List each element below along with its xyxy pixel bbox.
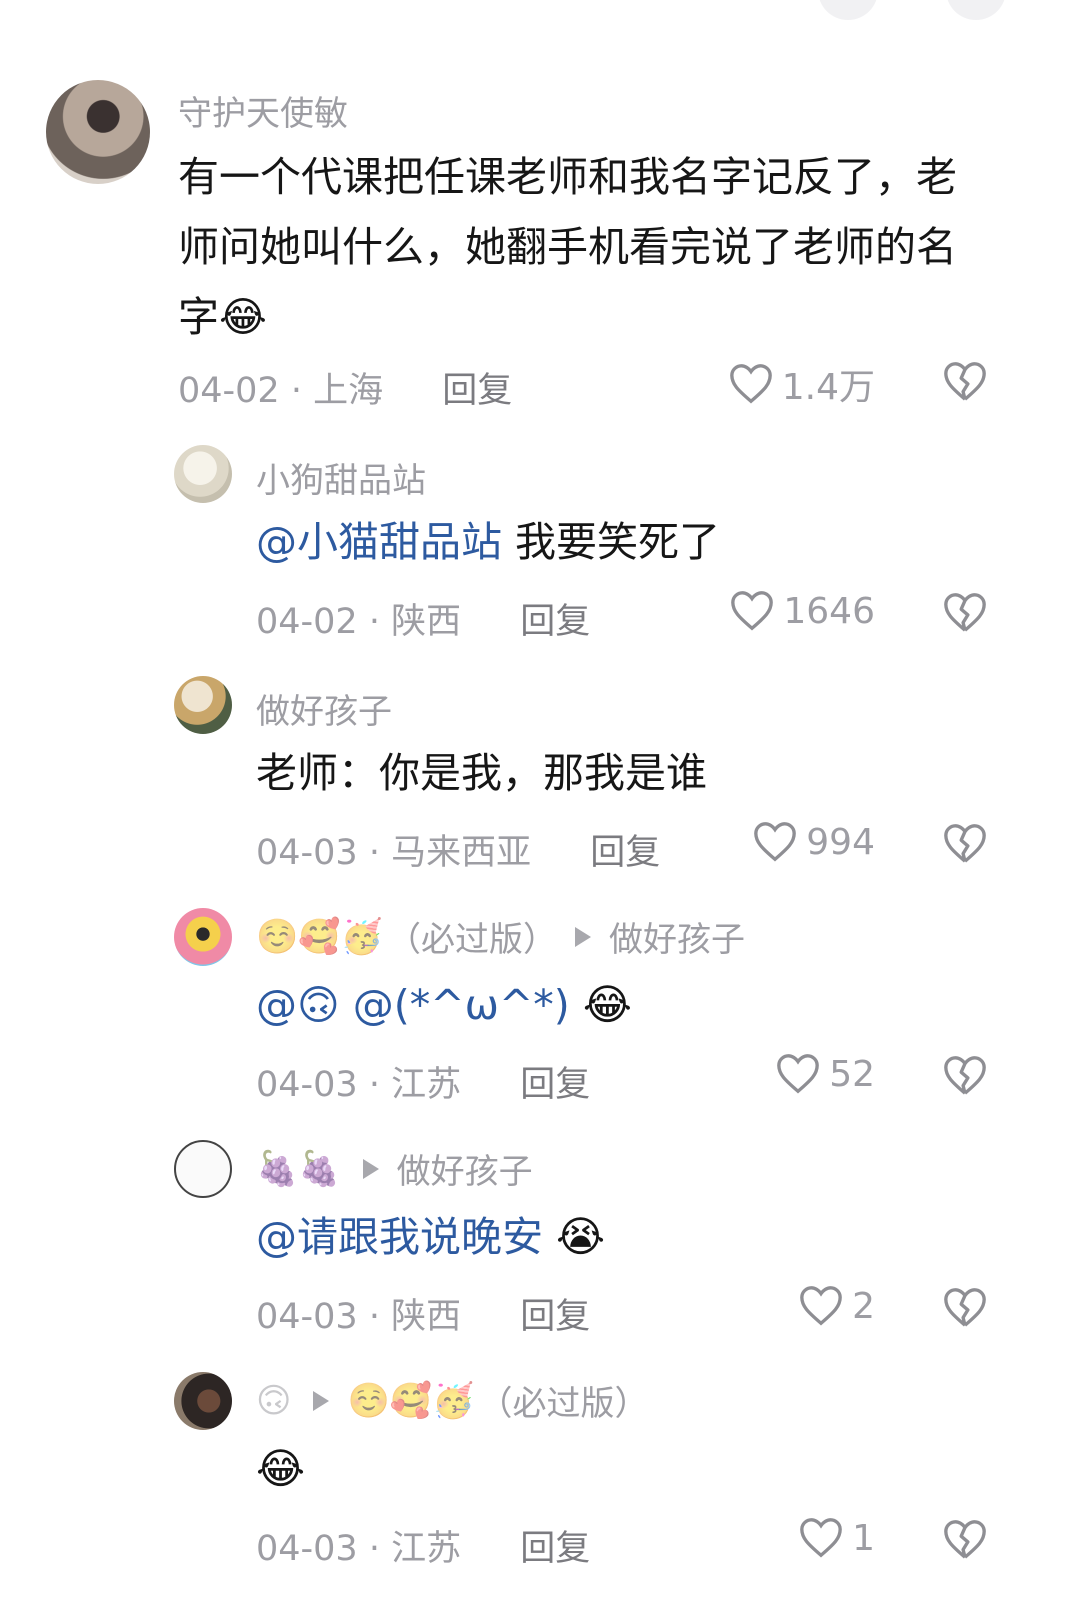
reply-button[interactable]: 回复: [520, 602, 590, 642]
heart-icon: [731, 591, 774, 631]
reply-arrow-icon: [575, 926, 592, 947]
like-count: 2: [852, 1285, 875, 1327]
reply-button[interactable]: 回复: [520, 1297, 590, 1337]
comment-meta: 04-03 · 马来西亚 回复: [256, 833, 661, 873]
comment-text-line: 字😂: [178, 293, 267, 341]
reply-to-emojis[interactable]: ☺️🥰🥳: [347, 1381, 474, 1421]
reply-to-username[interactable]: （必过版）: [478, 1376, 648, 1425]
username-emojis[interactable]: ☺️🥰🥳: [256, 917, 383, 957]
username[interactable]: 做好孩子: [256, 684, 392, 733]
comment-text: 有一个代课把任课老师和我名字记反了，老 师问她叫什么，她翻手机看完说了老师的名 …: [178, 142, 1008, 352]
broken-heart-icon: [944, 593, 986, 632]
broken-heart-icon: [944, 1288, 986, 1327]
like-button[interactable]: 1646: [729, 589, 875, 633]
username-emojis[interactable]: 🙃: [256, 1381, 291, 1421]
avatar[interactable]: [174, 676, 232, 734]
comment-text-line: 师问她叫什么，她翻手机看完说了老师的名: [178, 223, 957, 271]
avatar[interactable]: [174, 445, 232, 503]
comment-text-body: 我要笑死了: [502, 518, 721, 566]
heart-icon: [729, 364, 772, 404]
avatar[interactable]: [174, 908, 232, 966]
like-count: 1.4万: [781, 367, 875, 408]
comment-text: @小猫甜品站 我要笑死了: [256, 507, 720, 577]
broken-heart-icon: [944, 824, 986, 863]
username[interactable]: （必过版）: [387, 912, 557, 961]
broken-heart-icon: [944, 362, 986, 401]
reply-arrow-icon: [313, 1390, 330, 1411]
like-count: 994: [806, 821, 875, 863]
reply-button[interactable]: 回复: [520, 1065, 590, 1105]
comment-location: 陕西: [391, 602, 462, 642]
heart-icon: [800, 1518, 842, 1558]
like-button[interactable]: 994: [752, 820, 875, 864]
broken-heart-icon: [944, 1520, 986, 1559]
comment-date: 04-03: [256, 1529, 358, 1569]
username-emojis[interactable]: 🍇🍇: [256, 1149, 341, 1189]
laugh-cry-emoji: 😂: [256, 1444, 306, 1493]
heart-icon: [800, 1286, 842, 1326]
mention-link[interactable]: @🙃 @(*^ω^*): [256, 981, 570, 1029]
top-circle-left[interactable]: [818, 0, 878, 20]
username[interactable]: 守护天使敏: [178, 86, 348, 135]
dislike-button[interactable]: [942, 822, 988, 870]
comment-date: 04-02: [178, 371, 280, 411]
comment-text-line: 有一个代课把任课老师和我名字记反了，老: [178, 153, 957, 201]
comment-text: @🙃 @(*^ω^*) 😂: [256, 970, 632, 1040]
top-circle-right[interactable]: [946, 0, 1006, 20]
comment-location: 陕西: [391, 1297, 462, 1337]
comment-location: 上海: [313, 371, 384, 411]
reply-to-username[interactable]: 做好孩子: [397, 1144, 533, 1193]
mention-link[interactable]: @请跟我说晚安: [256, 1213, 543, 1261]
username-group: ☺️🥰🥳 （必过版） 做好孩子: [256, 912, 745, 961]
reply-button[interactable]: 回复: [442, 371, 512, 411]
avatar[interactable]: [174, 1140, 232, 1198]
dislike-button[interactable]: [942, 360, 988, 408]
comment-date: 04-03: [256, 1065, 358, 1105]
comment-text: 😂: [256, 1434, 305, 1504]
username[interactable]: 小狗甜品站: [256, 453, 426, 502]
reply-to-username[interactable]: 做好孩子: [609, 912, 745, 961]
like-button[interactable]: 1.4万: [728, 358, 875, 410]
comment-text: @请跟我说晚安 😭: [256, 1202, 605, 1272]
like-count: 1646: [783, 590, 875, 632]
heart-icon: [777, 1054, 820, 1094]
username-group: 🙃 ☺️🥰🥳 （必过版）: [256, 1376, 648, 1425]
broken-heart-icon: [944, 1056, 986, 1095]
heart-icon: [754, 822, 797, 862]
dislike-button[interactable]: [942, 1286, 988, 1334]
comment-date: 04-03: [256, 1297, 358, 1337]
comment-meta: 04-02 · 上海 回复: [178, 371, 513, 411]
comment-date: 04-02: [256, 602, 358, 642]
reply-arrow-icon: [362, 1158, 379, 1179]
like-count: 1: [852, 1517, 875, 1559]
like-button[interactable]: 1: [798, 1516, 875, 1560]
loudly-crying-emoji: 😭: [556, 1212, 606, 1261]
comment-meta: 04-03 · 江苏 回复: [256, 1065, 591, 1105]
username-group: 🍇🍇 做好孩子: [256, 1144, 533, 1193]
comment-meta: 04-03 · 陕西 回复: [256, 1297, 591, 1337]
comment-date: 04-03: [256, 833, 358, 873]
like-count: 52: [829, 1053, 875, 1095]
comment-location: 马来西亚: [391, 833, 532, 873]
like-button[interactable]: 52: [775, 1052, 875, 1096]
comment-text: 老师：你是我，那我是谁: [256, 749, 707, 797]
comment-location: 江苏: [391, 1065, 462, 1105]
laugh-cry-emoji: 😂: [582, 980, 632, 1029]
reply-button[interactable]: 回复: [520, 1529, 590, 1569]
reply-button[interactable]: 回复: [590, 833, 660, 873]
comment-meta: 04-03 · 江苏 回复: [256, 1529, 591, 1569]
avatar[interactable]: [46, 80, 150, 184]
dislike-button[interactable]: [942, 1518, 988, 1566]
comment-location: 江苏: [391, 1529, 462, 1569]
dislike-button[interactable]: [942, 1054, 988, 1102]
dislike-button[interactable]: [942, 591, 988, 639]
mention-link[interactable]: @小猫甜品站: [256, 518, 502, 566]
like-button[interactable]: 2: [798, 1284, 875, 1328]
comment-meta: 04-02 · 陕西 回复: [256, 602, 591, 642]
avatar[interactable]: [174, 1372, 232, 1430]
